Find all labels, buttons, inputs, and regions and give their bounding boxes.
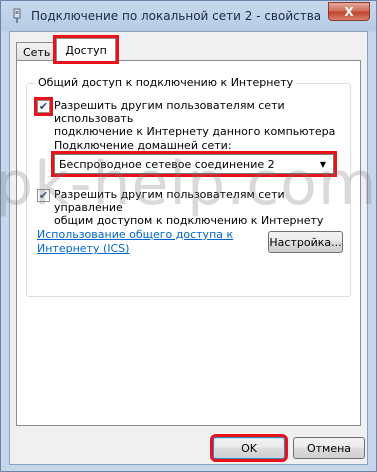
ics-group-title: Общий доступ к подключению к Интернету: [35, 76, 297, 89]
settings-button[interactable]: Настройка...: [268, 231, 343, 253]
cancel-button[interactable]: Отмена: [293, 437, 365, 459]
ics-help-link[interactable]: Использование общего доступа к Интернету…: [37, 228, 233, 256]
checkmark-icon: ✔: [38, 189, 49, 202]
ics-help-link-line2: Интернету (ICS): [37, 242, 130, 255]
home-network-select[interactable]: Беспроводное сетевое соединение 2 ▼: [51, 151, 337, 177]
chevron-down-icon[interactable]: ▼: [316, 155, 330, 173]
checkmark-icon: ✔: [38, 100, 49, 113]
tab-strip: Сеть Доступ: [16, 35, 119, 64]
sharing-tab-panel: Общий доступ к подключению к Интернету ✔…: [16, 60, 361, 426]
allow-sharing-label-line1: Разрешить другим пользователям сети испо…: [54, 99, 285, 125]
home-network-label: Подключение домашней сети:: [54, 139, 232, 152]
ok-button[interactable]: OK: [210, 434, 288, 462]
close-button[interactable]: X: [328, 2, 370, 21]
ics-group-box: Общий доступ к подключению к Интернету ✔…: [26, 76, 351, 297]
title-bar[interactable]: Подключение по локальной сети 2 - свойст…: [1, 1, 376, 31]
allow-control-label-line2: общим доступом к подключению к Интернету: [54, 214, 324, 227]
ics-help-link-line1: Использование общего доступа к: [37, 228, 234, 241]
dialog-client-area: Сеть Доступ Общий доступ к подключению к…: [9, 31, 368, 465]
allow-sharing-label[interactable]: Разрешить другим пользователям сети испо…: [54, 99, 350, 138]
allow-control-label-line1: Разрешить другим пользователям сети упра…: [54, 188, 285, 214]
tab-sharing[interactable]: Доступ: [53, 35, 119, 64]
allow-sharing-checkbox[interactable]: ✔: [34, 97, 53, 116]
allow-control-checkbox[interactable]: ✔: [37, 189, 50, 202]
allow-control-label[interactable]: Разрешить другим пользователям сети упра…: [54, 188, 350, 227]
tab-network[interactable]: Сеть: [16, 42, 58, 61]
home-network-value: Беспроводное сетевое соединение 2: [59, 157, 275, 171]
window-title: Подключение по локальной сети 2 - свойст…: [31, 9, 322, 23]
allow-sharing-label-line2: подключение к Интернету данного компьюте…: [54, 125, 336, 138]
properties-window: Подключение по локальной сети 2 - свойст…: [0, 0, 377, 472]
network-adapter-icon: [13, 8, 21, 23]
